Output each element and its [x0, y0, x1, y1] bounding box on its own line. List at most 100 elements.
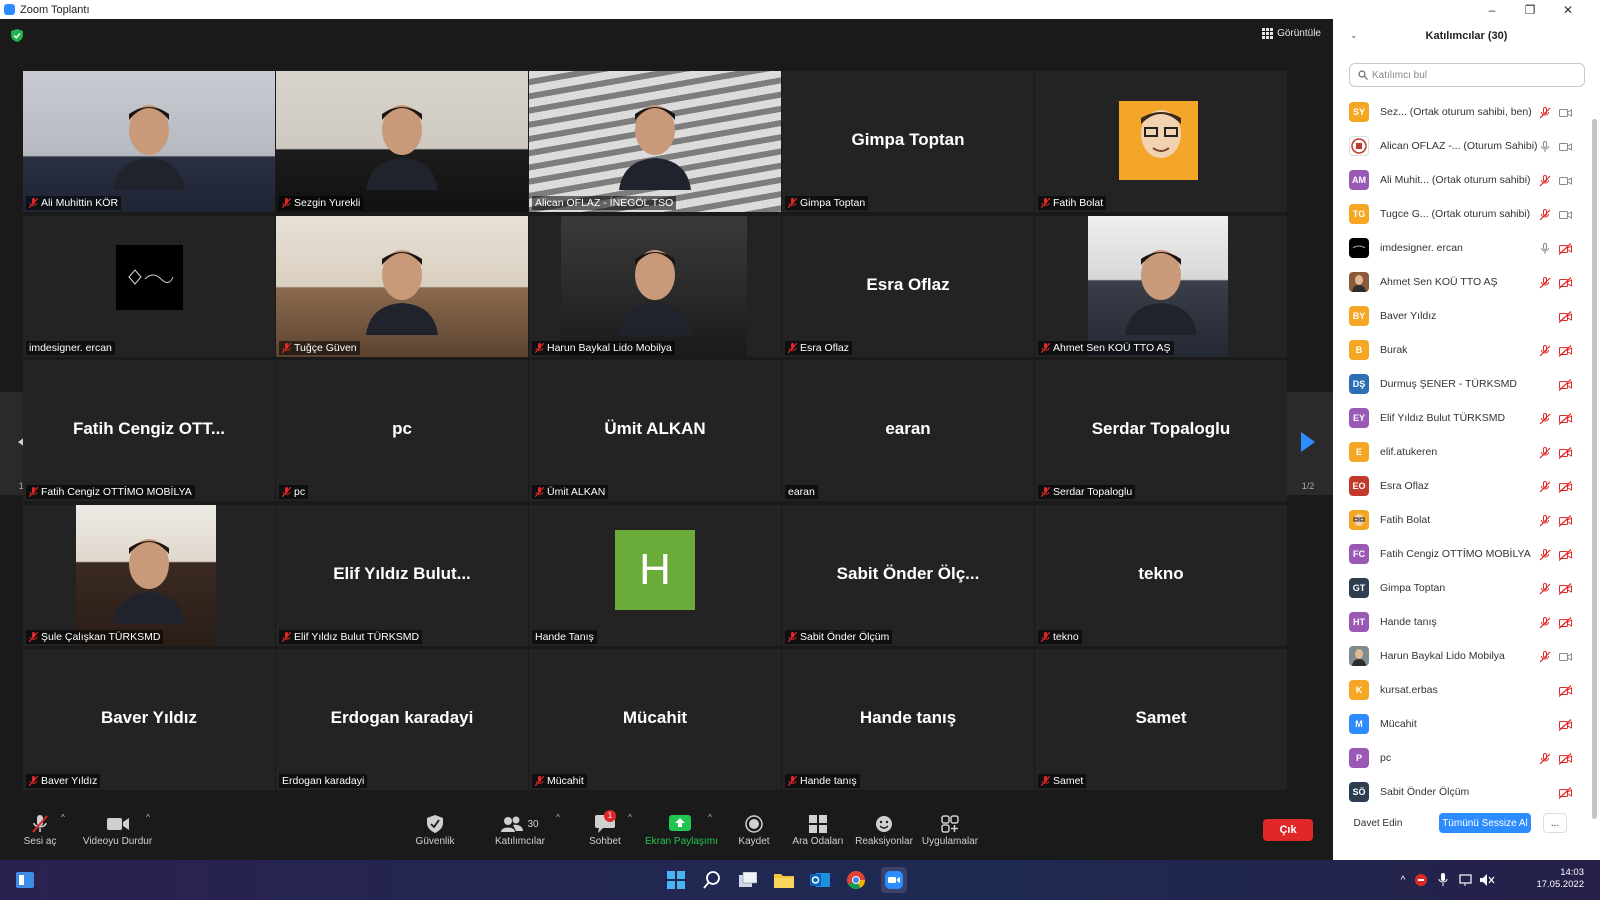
breakout-rooms-button[interactable]: Ara Odaları	[790, 813, 846, 847]
reactions-button[interactable]: Reaksiyonlar	[853, 813, 915, 847]
mic-muted-icon[interactable]	[1539, 345, 1551, 357]
participants-options-caret[interactable]: ^	[556, 813, 560, 822]
outlook-icon[interactable]	[809, 869, 831, 891]
participant-search-input[interactable]	[1372, 69, 1572, 81]
video-tile[interactable]: Hande tanış Hande tanış	[782, 649, 1034, 790]
mic-muted-icon[interactable]	[1539, 277, 1551, 289]
mic-muted-icon[interactable]	[1539, 617, 1551, 629]
encryption-shield-icon[interactable]	[11, 29, 23, 42]
participant-list-item[interactable]: FC Fatih Cengiz OTTİMO MOBİLYA	[1349, 537, 1582, 571]
video-tile[interactable]: Baver Yıldız Baver Yıldız	[23, 649, 275, 790]
participant-list-item[interactable]: Ahmet Sen KOÜ TTO AŞ	[1349, 265, 1582, 299]
video-tile[interactable]: Harun Baykal Lido Mobilya	[529, 216, 781, 357]
next-page-button[interactable]: 1/2	[1283, 392, 1333, 495]
video-tile[interactable]: Esra Oflaz Esra Oflaz	[782, 216, 1034, 357]
leave-button[interactable]: Çık	[1263, 819, 1313, 841]
video-off-icon[interactable]	[1558, 413, 1572, 425]
video-off-icon[interactable]	[1558, 447, 1572, 459]
video-icon[interactable]	[1559, 175, 1572, 187]
task-view-icon[interactable]	[737, 869, 759, 891]
participant-list-item[interactable]: Ppc	[1349, 741, 1582, 775]
participant-list-item[interactable]: Fatih Bolat	[1349, 503, 1582, 537]
record-button[interactable]: Kaydet	[732, 813, 776, 847]
video-tile[interactable]: Fatih Bolat	[1035, 71, 1287, 212]
microphone-tray-icon[interactable]	[1432, 869, 1454, 891]
participant-list-item[interactable]: TG Tugce G... (Ortak oturum sahibi)	[1349, 197, 1582, 231]
video-tile[interactable]: Ümit ALKAN Ümit ALKAN	[529, 360, 781, 501]
network-tray-icon[interactable]	[1456, 869, 1478, 891]
participant-list-item[interactable]: AM Ali Muhit... (Ortak oturum sahibi)	[1349, 163, 1582, 197]
video-off-icon[interactable]	[1558, 549, 1572, 561]
search-taskbar-icon[interactable]	[701, 869, 723, 891]
video-off-icon[interactable]	[1558, 515, 1572, 527]
video-off-icon[interactable]	[1558, 379, 1572, 391]
participant-list-item[interactable]: EY Elif Yıldız Bulut TÜRKSMD	[1349, 401, 1582, 435]
chat-button[interactable]: 1 Sohbet	[585, 810, 625, 847]
video-tile[interactable]: Mücahit Mücahit	[529, 649, 781, 790]
participant-list-item[interactable]: HT Hande tanış	[1349, 605, 1582, 639]
participant-list-item[interactable]: GT Gimpa Toptan	[1349, 571, 1582, 605]
mic-muted-icon[interactable]	[1539, 175, 1551, 187]
mic-muted-icon[interactable]	[1539, 549, 1551, 561]
participant-search-field[interactable]	[1349, 63, 1585, 87]
participant-list-item[interactable]: imdesigner. ercan	[1349, 231, 1582, 265]
close-button[interactable]: ✕	[1550, 0, 1586, 19]
participant-list-item[interactable]: SY Sez... (Ortak oturum sahibi, ben)	[1349, 95, 1582, 129]
zoom-taskbar-icon[interactable]	[881, 867, 907, 893]
unmute-button[interactable]: Sesi aç	[20, 813, 60, 847]
participant-list-item[interactable]: Harun Baykal Lido Mobilya	[1349, 639, 1582, 673]
participant-list-item[interactable]: DŞ Durmuş ŞENER - TÜRKSMD	[1349, 367, 1582, 401]
more-options-button[interactable]: ...	[1543, 813, 1567, 833]
security-button[interactable]: Güvenlik	[410, 813, 460, 847]
participant-list-item[interactable]: EO Esra Oflaz	[1349, 469, 1582, 503]
video-off-icon[interactable]	[1558, 243, 1572, 255]
video-tile[interactable]: Samet Samet	[1035, 649, 1287, 790]
video-tile[interactable]: tekno tekno	[1035, 505, 1287, 646]
video-tile[interactable]: Fatih Cengiz OTT... Fatih Cengiz OTTİMO M…	[23, 360, 275, 501]
apps-button[interactable]: Uygulamalar	[918, 813, 982, 847]
mic-muted-icon[interactable]	[1539, 447, 1551, 459]
chat-options-caret[interactable]: ^	[628, 813, 632, 822]
participants-button[interactable]: 30 Katılımcılar	[490, 813, 550, 847]
participant-list-item[interactable]: B Burak	[1349, 333, 1582, 367]
speaker-muted-tray-icon[interactable]	[1476, 869, 1498, 891]
mic-muted-icon[interactable]	[1539, 413, 1551, 425]
mic-muted-icon[interactable]	[1539, 651, 1551, 663]
video-tile[interactable]: Ali Muhittin KÖR	[23, 71, 275, 212]
video-tile[interactable]: pc pc	[276, 360, 528, 501]
video-tile[interactable]: Sabit Önder Ölç... Sabit Önder Ölçüm	[782, 505, 1034, 646]
video-off-icon[interactable]	[1558, 719, 1572, 731]
video-off-icon[interactable]	[1558, 481, 1572, 493]
video-tile[interactable]: imdesigner. ercan	[23, 216, 275, 357]
video-options-caret[interactable]: ^	[146, 813, 150, 822]
audio-options-caret[interactable]: ^	[61, 813, 65, 822]
share-options-caret[interactable]: ^	[708, 813, 712, 822]
video-off-icon[interactable]	[1558, 277, 1572, 289]
share-screen-button[interactable]: Ekran Paylaşımı	[645, 813, 718, 847]
video-tile[interactable]: earan earan	[782, 360, 1034, 501]
participant-list-item[interactable]: Eelif.atukeren	[1349, 435, 1582, 469]
mic-on-icon[interactable]	[1539, 243, 1551, 255]
view-button[interactable]: Görüntüle	[1262, 28, 1321, 39]
video-tile[interactable]: Alican OFLAZ - İNEGÖL TSO	[529, 71, 781, 212]
video-tile[interactable]: H Hande Tanış	[529, 505, 781, 646]
participant-list-item[interactable]: Alican OFLAZ -... (Oturum Sahibi)	[1349, 129, 1582, 163]
video-off-icon[interactable]	[1558, 787, 1572, 799]
mic-muted-icon[interactable]	[1539, 107, 1551, 119]
mute-all-button[interactable]: Tümünü Sessize Al	[1439, 813, 1531, 833]
video-icon[interactable]	[1559, 107, 1572, 119]
video-off-icon[interactable]	[1558, 345, 1572, 357]
video-icon[interactable]	[1559, 209, 1572, 221]
video-off-icon[interactable]	[1558, 753, 1572, 765]
video-off-icon[interactable]	[1558, 583, 1572, 595]
video-tile[interactable]: Elif Yıldız Bulut... Elif Yıldız Bulut TÜ…	[276, 505, 528, 646]
widgets-icon[interactable]	[14, 869, 36, 891]
mic-muted-icon[interactable]	[1539, 515, 1551, 527]
mic-muted-icon[interactable]	[1539, 209, 1551, 221]
file-explorer-icon[interactable]	[773, 869, 795, 891]
participant-list-item[interactable]: BY Baver Yıldız	[1349, 299, 1582, 333]
video-tile[interactable]: Şule Çalışkan TÜRKSMD	[23, 505, 275, 646]
windows-start-icon[interactable]	[665, 869, 687, 891]
video-icon[interactable]	[1559, 141, 1572, 153]
taskbar-clock[interactable]: 14:03 17.05.2022	[1536, 867, 1584, 891]
